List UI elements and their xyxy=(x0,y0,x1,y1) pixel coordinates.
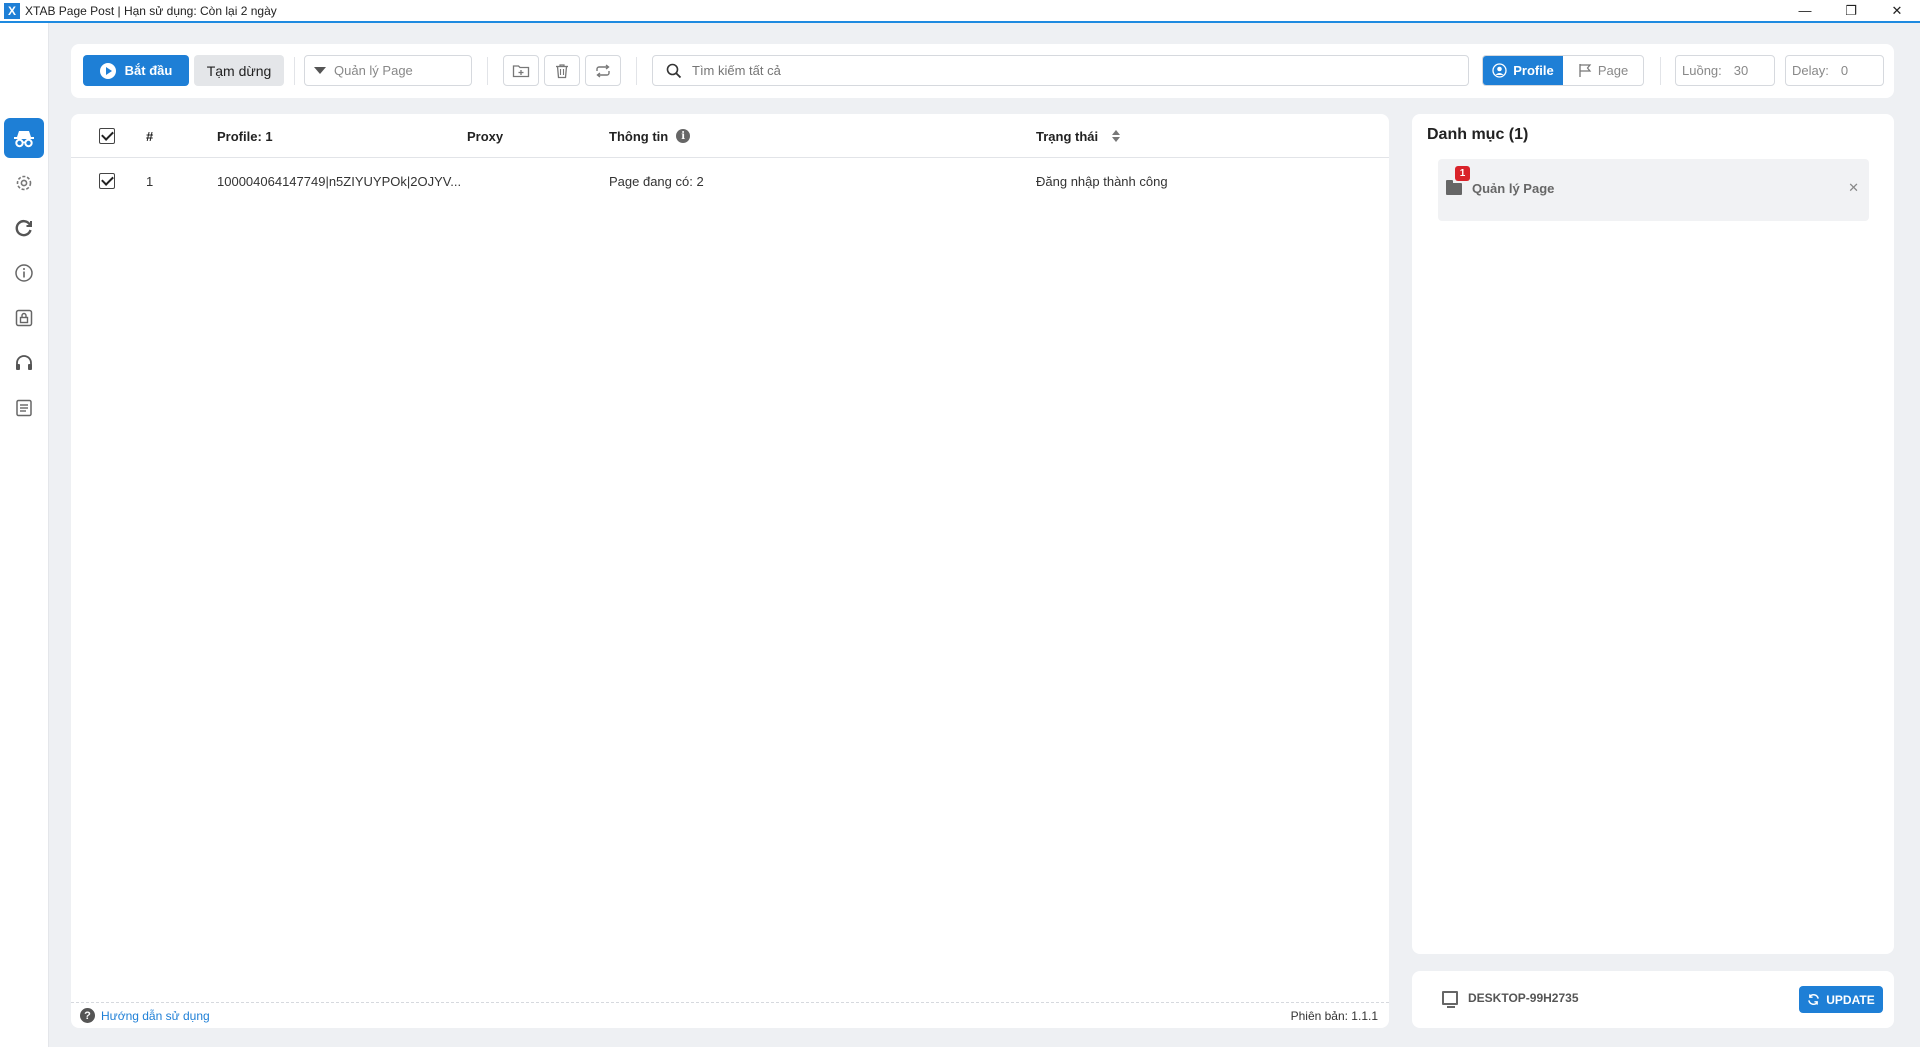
delay-label: Delay: xyxy=(1792,63,1829,78)
view-page-button[interactable]: Page xyxy=(1563,56,1643,85)
add-folder-button[interactable] xyxy=(503,55,539,86)
gear-icon xyxy=(16,175,32,191)
help-link[interactable]: ? Hướng dẫn sử dụng xyxy=(80,1008,210,1023)
refresh-icon xyxy=(15,220,32,237)
category-item-label: Quản lý Page xyxy=(1472,181,1555,196)
reload-button[interactable] xyxy=(585,55,621,86)
info-icon[interactable]: i xyxy=(676,129,691,143)
folder-icon xyxy=(1446,180,1462,195)
column-header-info: Thông tin i xyxy=(609,114,691,158)
version-label: Phiên bản: 1.1.1 xyxy=(1290,1008,1378,1023)
row-checkbox[interactable] xyxy=(99,158,115,204)
window-controls: — ❐ ✕ xyxy=(1782,0,1920,21)
threads-value: 30 xyxy=(1733,63,1749,78)
sidebar-item-profiles[interactable] xyxy=(4,118,44,158)
toolbar-divider xyxy=(294,57,295,85)
table-header: # Profile: 1 Proxy Thông tin i Trạng thá… xyxy=(71,114,1389,158)
sort-icon xyxy=(1112,130,1121,142)
checkbox xyxy=(99,128,115,144)
minimize-button[interactable]: — xyxy=(1782,0,1828,21)
select-all-checkbox[interactable] xyxy=(99,114,115,158)
trash-icon xyxy=(556,63,568,78)
caret-down-icon xyxy=(314,67,326,74)
user-circle-icon xyxy=(1492,63,1507,78)
row-index: 1 xyxy=(146,173,154,189)
category-panel: Danh mục (1) 1 Quản lý Page ✕ xyxy=(1412,114,1894,954)
remove-category-icon[interactable]: ✕ xyxy=(1848,180,1859,196)
column-header-status-label: Trạng thái xyxy=(1036,128,1099,144)
sidebar-item-support[interactable] xyxy=(4,343,44,383)
delete-button[interactable] xyxy=(544,55,580,86)
view-profile-label: Profile xyxy=(1513,63,1554,78)
view-toggle: Profile Page xyxy=(1482,55,1644,86)
column-header-profile: Profile: 1 xyxy=(217,128,273,144)
update-button[interactable]: UPDATE xyxy=(1799,986,1883,1013)
threads-label: Luồng: xyxy=(1682,63,1722,78)
toolbar: Bắt đầu Tạm dừng Quản lý Page Tìm kiếm t… xyxy=(71,44,1894,98)
category-select-value: Quản lý Page xyxy=(334,63,413,78)
toolbar-divider xyxy=(1660,57,1661,85)
row-profile: 100004064147749|n5ZIYUYPOk|2OJYV... xyxy=(217,173,462,189)
window-title: XTAB Page Post | Hạn sử dụng: Còn lại 2 … xyxy=(25,3,277,18)
sync-icon xyxy=(1808,994,1820,1005)
machine-name: DESKTOP-99H2735 xyxy=(1468,991,1579,1005)
pause-button[interactable]: Tạm dừng xyxy=(194,55,284,86)
computer-icon xyxy=(1442,991,1458,1008)
restore-button[interactable]: ❐ xyxy=(1828,0,1874,21)
view-page-label: Page xyxy=(1597,63,1629,78)
lock-icon xyxy=(15,309,33,327)
column-header-status[interactable]: Trạng thái xyxy=(1036,114,1121,158)
profile-table: # Profile: 1 Proxy Thông tin i Trạng thá… xyxy=(71,114,1389,1028)
play-icon xyxy=(99,62,116,79)
sidebar-item-settings[interactable] xyxy=(4,163,44,203)
repeat-icon xyxy=(596,63,610,78)
start-button-label: Bắt đầu xyxy=(124,63,173,78)
close-button[interactable]: ✕ xyxy=(1874,0,1920,21)
column-header-proxy: Proxy xyxy=(467,128,504,144)
category-panel-title: Danh mục (1) xyxy=(1427,126,1529,143)
toolbar-divider xyxy=(636,57,637,85)
sidebar xyxy=(0,23,49,1047)
flag-icon xyxy=(1579,64,1592,77)
notes-icon xyxy=(16,399,32,417)
search-input[interactable] xyxy=(692,63,1392,78)
start-button[interactable]: Bắt đầu xyxy=(83,55,189,86)
table-row[interactable]: 1 100004064147749|n5ZIYUYPOk|2OJYV... Pa… xyxy=(71,158,1389,204)
sidebar-item-logs[interactable] xyxy=(4,388,44,428)
sidebar-item-security[interactable] xyxy=(4,298,44,338)
folder-add-icon xyxy=(512,64,530,77)
headset-icon xyxy=(16,355,32,370)
category-select[interactable]: Quản lý Page xyxy=(304,55,472,86)
sidebar-item-sync[interactable] xyxy=(4,208,44,248)
search-box[interactable] xyxy=(652,55,1469,86)
category-item[interactable]: 1 Quản lý Page ✕ xyxy=(1438,159,1869,221)
help-icon: ? xyxy=(80,1008,95,1023)
incognito-icon xyxy=(14,131,34,148)
checkbox xyxy=(99,173,115,189)
info-icon xyxy=(15,264,33,282)
help-link-label: Hướng dẫn sử dụng xyxy=(101,1008,210,1023)
table-footer: ? Hướng dẫn sử dụng Phiên bản: 1.1.1 xyxy=(71,1002,1389,1028)
delay-value: 0 xyxy=(1840,63,1849,78)
toolbar-divider xyxy=(487,57,488,85)
sidebar-item-about[interactable] xyxy=(4,253,44,293)
row-info: Page đang có: 2 xyxy=(609,173,704,189)
app-logo-icon: X xyxy=(4,2,20,19)
update-button-label: UPDATE xyxy=(1826,992,1875,1007)
window-titlebar: X XTAB Page Post | Hạn sử dụng: Còn lại … xyxy=(0,0,1920,23)
row-status: Đăng nhập thành công xyxy=(1036,173,1168,189)
column-header-index: # xyxy=(146,128,154,144)
view-profile-button[interactable]: Profile xyxy=(1483,56,1563,85)
search-icon xyxy=(666,63,682,78)
threads-field[interactable]: Luồng: 30 xyxy=(1675,55,1775,86)
category-count-badge: 1 xyxy=(1455,166,1470,181)
machine-panel: DESKTOP-99H2735 UPDATE xyxy=(1412,971,1894,1028)
delay-field[interactable]: Delay: 0 xyxy=(1785,55,1884,86)
column-header-info-label: Thông tin xyxy=(609,128,669,144)
